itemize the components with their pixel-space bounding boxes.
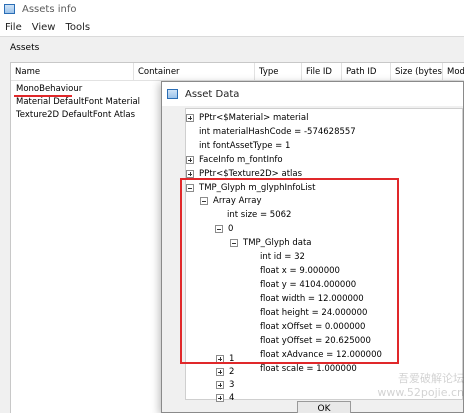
column-header-type[interactable]: Type [255, 63, 302, 81]
column-header-path-id[interactable]: Path ID [342, 63, 391, 81]
tree-item[interactable]: float width = 12.000000 [260, 293, 364, 305]
expand-icon[interactable] [216, 381, 224, 389]
menu-tools[interactable]: Tools [65, 22, 90, 33]
expand-icon[interactable] [186, 170, 194, 178]
tree-item[interactable]: float xAdvance = 12.000000 [260, 349, 382, 361]
menu-view[interactable]: View [32, 22, 56, 33]
tree-item[interactable]: float height = 24.000000 [260, 307, 367, 319]
expand-icon[interactable] [186, 114, 194, 122]
tree-item[interactable]: PPtr<$Texture2D> atlas [186, 168, 302, 180]
tree-item[interactable]: int size = 5062 [227, 209, 291, 221]
tree-item[interactable]: 3 [216, 379, 234, 391]
tree-item[interactable]: TMP_Glyph data [230, 237, 312, 249]
menu-file[interactable]: File [5, 22, 22, 33]
tree-item[interactable]: float x = 9.000000 [260, 265, 340, 277]
tree-item[interactable]: float xOffset = 0.000000 [260, 321, 365, 333]
tree-item[interactable]: float y = 4104.000000 [260, 279, 356, 291]
table-row[interactable]: Texture2D DefaultFont Atlas [11, 109, 135, 122]
tree-item[interactable]: 0 [215, 223, 233, 235]
expand-icon[interactable] [216, 368, 224, 376]
expand-icon[interactable] [216, 394, 224, 402]
column-header-container[interactable]: Container [134, 63, 255, 81]
tree-item[interactable]: PPtr<$Material> material [186, 112, 308, 124]
tree-item[interactable]: int id = 32 [260, 251, 305, 263]
window-title: Assets info [22, 3, 77, 15]
column-header-size[interactable]: Size (bytes) [391, 63, 443, 81]
dialog-title-bar: Asset Data [162, 82, 463, 106]
assets-label: Assets [10, 43, 40, 53]
column-header-name[interactable]: Name [11, 63, 134, 81]
collapse-icon[interactable] [200, 197, 208, 205]
tree-item[interactable]: Array Array [200, 195, 262, 207]
collapse-icon[interactable] [215, 225, 223, 233]
selection-underline [14, 95, 72, 97]
collapse-icon[interactable] [186, 184, 194, 192]
expand-icon[interactable] [186, 156, 194, 164]
dialog-title: Asset Data [185, 88, 240, 100]
tree-item[interactable]: int fontAssetType = 1 [199, 140, 290, 152]
menu-bar: File View Tools [0, 18, 464, 36]
dialog-icon [167, 89, 178, 99]
column-header-modified[interactable]: Modi [443, 63, 464, 81]
app-icon [4, 4, 15, 14]
ok-button[interactable]: OK [297, 401, 351, 413]
tree-item[interactable]: float scale = 1.000000 [260, 363, 357, 375]
tree-item[interactable]: float yOffset = 20.625000 [260, 335, 371, 347]
assets-table-header: Name Container Type File ID Path ID Size… [11, 63, 464, 81]
collapse-icon[interactable] [230, 239, 238, 247]
column-header-file-id[interactable]: File ID [302, 63, 342, 81]
tree-item[interactable]: FaceInfo m_fontInfo [186, 154, 283, 166]
tree-item[interactable]: TMP_Glyph m_glyphInfoList [186, 182, 315, 194]
tree-item[interactable]: int materialHashCode = -574628557 [199, 126, 356, 138]
expand-icon[interactable] [216, 355, 224, 363]
tree-item[interactable]: 4 [216, 392, 234, 404]
tree-item[interactable]: 2 [216, 366, 234, 378]
table-row[interactable]: Material DefaultFont Material [11, 96, 140, 109]
watermark: 吾爱破解论坛 www.52pojie.cn [377, 372, 464, 399]
tree-item[interactable]: 1 [216, 353, 234, 365]
window-title-bar: Assets info [0, 0, 464, 18]
